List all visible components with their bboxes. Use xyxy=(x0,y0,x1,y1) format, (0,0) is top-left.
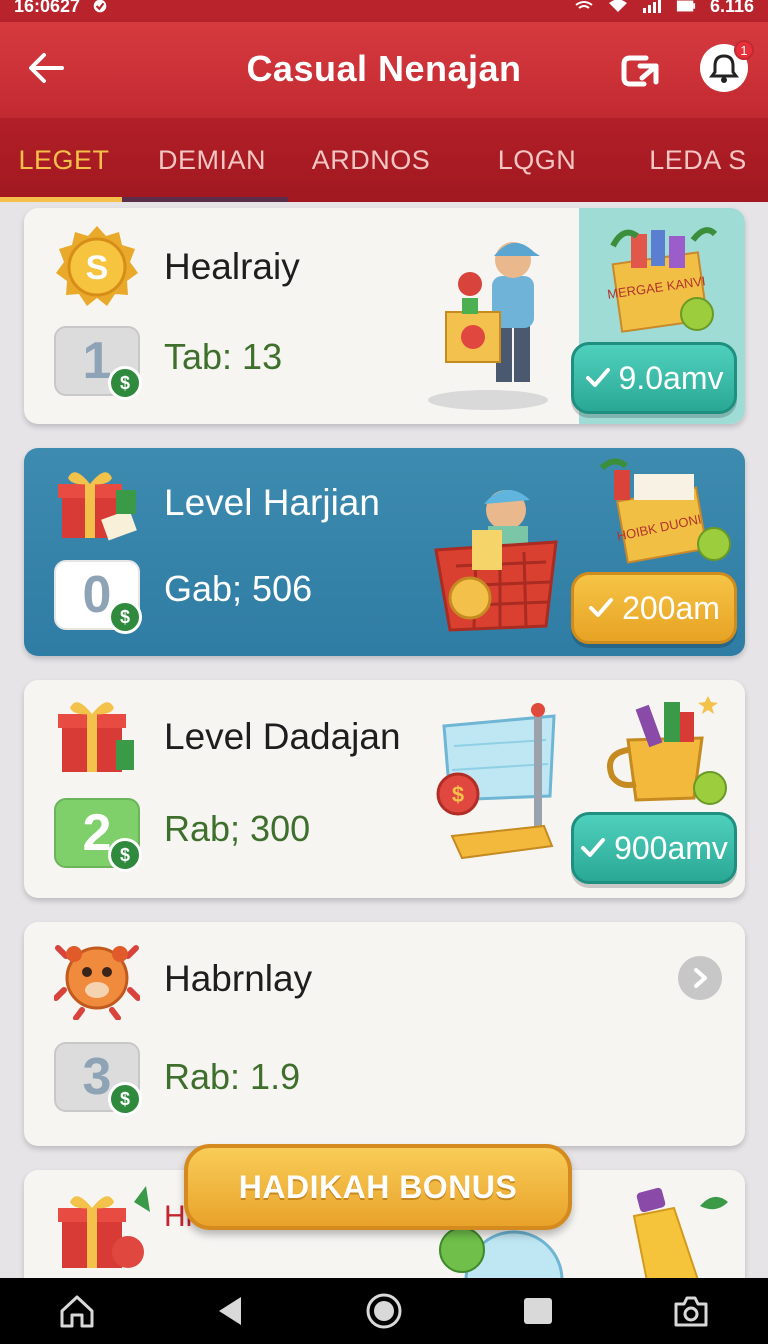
status-bar: 16:0627 6.116 xyxy=(0,0,768,22)
svg-text:S: S xyxy=(86,249,109,287)
app-bar: Casual Nenajan 1 xyxy=(0,22,768,118)
level-badge: 0 $ xyxy=(54,560,142,634)
gift-icon xyxy=(58,472,137,541)
home-icon xyxy=(60,1295,94,1328)
card-title: Level Harjian xyxy=(164,482,380,523)
card-subtitle: Tab: 13 xyxy=(164,336,283,377)
claim-reward-button[interactable]: 200am xyxy=(571,572,737,644)
back-nav-button[interactable] xyxy=(208,1289,252,1333)
level-badge: 1 $ xyxy=(54,326,142,400)
circle-nav-icon xyxy=(366,1293,402,1329)
link-icon xyxy=(575,1,593,9)
checkmark-icon xyxy=(585,368,610,387)
coin-icon: S xyxy=(56,226,138,306)
reward-card-3[interactable]: Level Dadajan 2 $ Rab; 300 $ 900amv xyxy=(24,680,745,898)
reward-amount: 9.0amv xyxy=(618,359,724,396)
card-title: Habrnlay xyxy=(164,958,313,999)
tab-label: ARDNOS xyxy=(311,144,431,175)
checkmark-icon xyxy=(589,598,614,617)
signal-icon xyxy=(642,0,661,13)
card-subtitle: Rab: 1.9 xyxy=(164,1056,301,1097)
reward-amount: 900amv xyxy=(614,829,728,866)
dollar-coin-icon: $ xyxy=(108,600,142,634)
tab-label: LQGN xyxy=(497,144,577,175)
tab-divider xyxy=(122,197,288,202)
battery-icon xyxy=(676,0,696,12)
back-nav-icon xyxy=(219,1297,242,1325)
reward-card-1[interactable]: S Healraiy 1 $ Tab: 13 MERGAE KANVI 9.0a xyxy=(24,208,745,424)
gift-basket-icon: HOIBK DUONI xyxy=(599,458,731,564)
notification-icon xyxy=(709,54,739,83)
reward-amount: 200am xyxy=(622,589,720,626)
tab-lqgn[interactable]: LQGN xyxy=(446,118,628,202)
gift-basket-icon: MERGAE KANVI xyxy=(606,227,718,333)
checkmark-icon xyxy=(581,838,606,857)
status-app-icon xyxy=(93,0,107,13)
bottle-icon xyxy=(632,1187,728,1286)
claw-machine-illustration: $ xyxy=(436,703,556,860)
tab-active-indicator xyxy=(0,197,122,202)
camera-nav-button[interactable] xyxy=(669,1289,713,1333)
system-nav-bar xyxy=(0,1278,768,1344)
reward-card-4[interactable]: Habrnlay 3 $ Rab: 1.9 xyxy=(24,922,745,1146)
tab-label: LEDA S xyxy=(649,144,747,175)
recents-nav-button[interactable] xyxy=(516,1289,560,1333)
tab-leget[interactable]: LEGET xyxy=(0,118,128,202)
expand-chevron-button[interactable] xyxy=(678,956,722,1000)
home-nav-button[interactable] xyxy=(55,1289,99,1333)
home-circle-nav-button[interactable] xyxy=(362,1289,406,1333)
notification-button[interactable]: 1 xyxy=(700,40,754,92)
wifi-icon xyxy=(608,0,627,12)
tab-label: DEMIAN xyxy=(157,144,266,175)
card-title: Healraiy xyxy=(164,246,300,287)
svg-text:$: $ xyxy=(452,782,464,807)
monster-icon xyxy=(54,945,140,1020)
shopping-basket-illustration xyxy=(434,489,558,632)
tab-ardnos[interactable]: ARDNOS xyxy=(296,118,446,202)
dollar-coin-icon: $ xyxy=(108,366,142,400)
dollar-coin-icon: $ xyxy=(108,1082,142,1116)
level-badge: 2 $ xyxy=(54,798,142,872)
delivery-person-illustration xyxy=(428,242,548,410)
card-title: Level Dadajan xyxy=(164,716,401,757)
mug-icon xyxy=(607,696,727,805)
level-badge: 3 $ xyxy=(54,1042,142,1116)
dollar-coin-icon: $ xyxy=(108,838,142,872)
chevron-right-icon xyxy=(694,968,707,988)
tab-ledas[interactable]: LEDA S xyxy=(628,118,768,202)
tab-label: LEGET xyxy=(18,144,110,175)
tab-bar: LEGET DEMIAN ARDNOS LQGN LEDA S xyxy=(0,118,768,202)
share-icon[interactable] xyxy=(616,48,662,94)
card-subtitle: Gab; 506 xyxy=(164,568,313,609)
gift-icon xyxy=(58,1186,150,1268)
status-time: 16:0627 xyxy=(14,0,81,16)
tab-demian[interactable]: DEMIAN xyxy=(128,118,296,202)
square-nav-icon xyxy=(523,1298,552,1324)
reward-card-2[interactable]: Level Harjian 0 $ Gab; 506 HOIBK DUONI 2… xyxy=(24,448,745,656)
notification-badge: 1 xyxy=(734,40,754,60)
card-subtitle: Rab; 300 xyxy=(164,808,311,849)
bonus-button[interactable]: HADIKAH BONUS xyxy=(184,1144,572,1230)
claim-reward-button[interactable]: 900amv xyxy=(571,812,737,884)
battery-text: 6.116 xyxy=(709,0,754,16)
camera-nav-icon xyxy=(674,1296,708,1327)
gift-icon xyxy=(58,702,134,772)
claim-reward-button[interactable]: 9.0amv xyxy=(571,342,737,414)
